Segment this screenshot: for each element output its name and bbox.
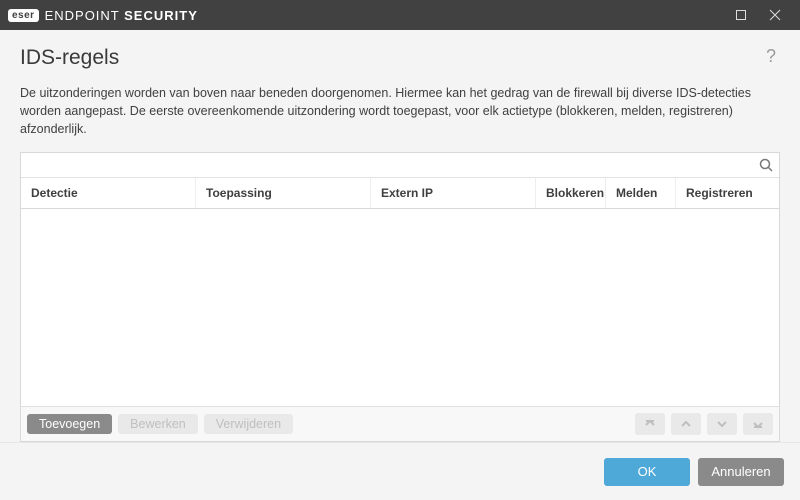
cancel-button[interactable]: Annuleren (698, 458, 784, 486)
col-extern-ip[interactable]: Extern IP (371, 178, 536, 208)
page-title: IDS-regels (20, 46, 762, 70)
chevron-bottom-icon (752, 418, 764, 430)
col-block[interactable]: Blokkeren (536, 178, 606, 208)
rules-table: Detectie Toepassing Extern IP Blokkeren … (20, 152, 780, 442)
search-input[interactable] (21, 153, 753, 177)
help-button[interactable]: ? (762, 46, 780, 67)
search-row (21, 153, 779, 178)
move-up-button (671, 413, 701, 435)
col-notify[interactable]: Melden (606, 178, 676, 208)
close-button[interactable] (758, 0, 792, 30)
brand-name-light: ENDPOINT (45, 8, 125, 23)
chevron-down-icon (716, 418, 728, 430)
dialog-footer: OK Annuleren (0, 442, 800, 500)
move-top-button (635, 413, 665, 435)
content-area: IDS-regels ? De uitzonderingen worden va… (0, 30, 800, 442)
chevron-up-icon (680, 418, 692, 430)
move-down-button (707, 413, 737, 435)
minimize-button[interactable] (724, 0, 758, 30)
col-log[interactable]: Registreren (676, 178, 779, 208)
table-header: Detectie Toepassing Extern IP Blokkeren … (21, 178, 779, 209)
move-bottom-button (743, 413, 773, 435)
edit-button: Bewerken (118, 414, 198, 434)
delete-button: Verwijderen (204, 414, 293, 434)
brand-badge: eser (8, 9, 39, 22)
ok-button[interactable]: OK (604, 458, 690, 486)
minimize-icon (735, 9, 747, 21)
brand-name-bold: SECURITY (124, 8, 198, 23)
title-bar: eser ENDPOINT SECURITY (0, 0, 800, 30)
page-description: De uitzonderingen worden van boven naar … (20, 84, 780, 138)
table-body (21, 209, 779, 406)
search-button[interactable] (753, 153, 779, 177)
table-toolbar: Toevoegen Bewerken Verwijderen (21, 406, 779, 441)
brand-text: ENDPOINT SECURITY (45, 8, 198, 23)
help-icon: ? (766, 46, 776, 66)
col-application[interactable]: Toepassing (196, 178, 371, 208)
col-detection[interactable]: Detectie (21, 178, 196, 208)
close-icon (769, 9, 781, 21)
add-button[interactable]: Toevoegen (27, 414, 112, 434)
search-icon (759, 158, 773, 172)
chevron-top-icon (644, 418, 656, 430)
